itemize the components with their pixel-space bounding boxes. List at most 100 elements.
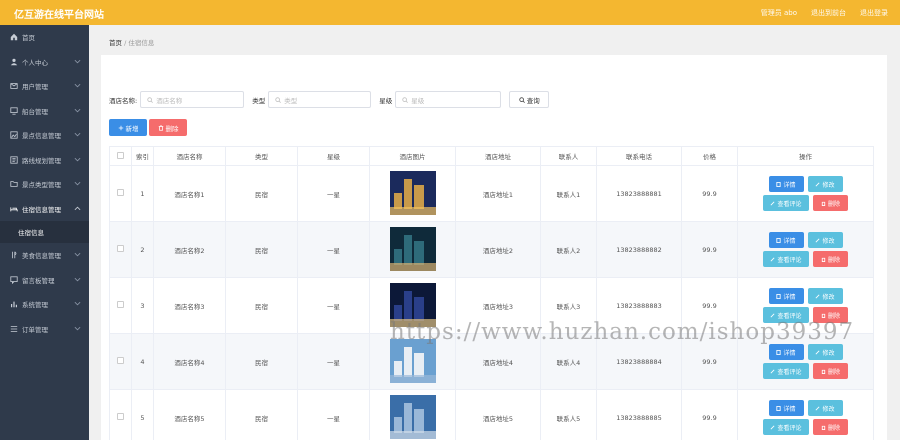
hotel-name-input[interactable]: 酒店名称 (140, 91, 245, 108)
search-icon (402, 96, 409, 103)
edit-button[interactable]: 修改 (807, 288, 843, 304)
detail-button[interactable]: 详情 (768, 400, 804, 416)
edit-button[interactable]: 修改 (807, 344, 843, 360)
detail-button[interactable]: 详情 (768, 288, 804, 304)
row-select-cell[interactable] (109, 221, 132, 278)
sidebar-item-routes[interactable]: 路线规划管理 (0, 148, 89, 173)
delete-row-button[interactable]: 删除 (813, 251, 848, 267)
cell-phone: 13823888881 (596, 165, 682, 222)
row-select-cell[interactable] (109, 333, 132, 390)
chevron-down-icon (74, 252, 81, 257)
cell-phone: 13823888885 (596, 389, 682, 440)
user-icon (9, 57, 18, 66)
detail-button[interactable]: 详情 (768, 232, 804, 248)
row-checkbox[interactable] (117, 413, 124, 420)
edit-button[interactable]: 修改 (807, 176, 843, 192)
header-phone: 联系电话 (596, 146, 682, 166)
view-reviews-button[interactable]: 查看评论 (763, 363, 809, 379)
mail-icon (9, 82, 18, 91)
header-type: 类型 (225, 146, 298, 166)
folder-icon (9, 180, 18, 189)
exit-frontend-link[interactable]: 退出到前台 (811, 8, 846, 18)
breadcrumb: 首页 / 住宿信息 (109, 39, 155, 47)
cell-image (369, 165, 456, 222)
row-select-cell[interactable] (109, 165, 132, 222)
row-checkbox[interactable] (117, 189, 124, 196)
sidebar-item-attractions[interactable]: 景点信息管理 (0, 123, 89, 148)
table-header: 索引 酒店名称 类型 星级 酒店图片 酒店地址 联系人 联系电话 价格 操作 (109, 146, 874, 166)
add-button[interactable]: 新增 (109, 119, 147, 136)
chevron-down-icon (74, 108, 81, 112)
hotel-thumbnail[interactable] (389, 170, 436, 215)
batch-delete-button[interactable]: 删除 (149, 119, 187, 136)
logout-link[interactable]: 退出登录 (860, 8, 888, 18)
sidebar-item-orders[interactable]: 订单管理 (0, 317, 89, 342)
search-icon (519, 96, 525, 103)
topbar-actions: 管理员 abo 退出到前台 退出登录 (761, 8, 888, 18)
cell-star: 一星 (297, 277, 370, 334)
star-input[interactable]: 星级 (395, 91, 502, 108)
query-button[interactable]: 查询 (509, 91, 550, 108)
edit-icon (816, 350, 820, 354)
row-checkbox[interactable] (117, 245, 124, 252)
edit-icon (771, 425, 775, 429)
detail-button[interactable]: 详情 (768, 176, 804, 192)
cell-hotel-name: 酒店名称3 (153, 277, 226, 334)
cell-price: 99.9 (681, 221, 738, 278)
image-icon (9, 131, 18, 140)
view-reviews-button[interactable]: 查看评论 (763, 419, 809, 435)
admin-label: 管理员 abo (760, 9, 797, 17)
row-checkbox[interactable] (117, 301, 124, 308)
sidebar-item-users[interactable]: 用户管理 (0, 74, 89, 99)
sidebar-item-attraction-types[interactable]: 景点类型管理 (0, 172, 89, 197)
edit-icon (816, 182, 820, 186)
type-input[interactable]: 类型 (268, 91, 372, 108)
header-star: 星级 (297, 146, 370, 166)
sidebar-subitem-lodging-info[interactable]: 住宿信息 (0, 221, 89, 243)
edit-button[interactable]: 修改 (807, 400, 843, 416)
cell-image (369, 221, 456, 278)
list-icon (9, 324, 18, 333)
hotel-thumbnail[interactable] (389, 226, 436, 271)
star-label: 星级 (379, 96, 393, 105)
chevron-up-icon (74, 206, 81, 210)
delete-row-button[interactable]: 删除 (813, 419, 848, 435)
table-row: 5 酒店名称5 民宿 一星 酒店地址5 联系人5 13823888885 99.9 详情 修改 查看… (109, 389, 874, 440)
delete-row-button[interactable]: 删除 (813, 363, 848, 379)
edit-icon (771, 201, 775, 205)
type-label: 类型 (252, 96, 266, 105)
view-reviews-button[interactable]: 查看评论 (763, 251, 809, 267)
header-select-all[interactable] (109, 146, 132, 166)
sidebar-item-system[interactable]: 系统管理 (0, 292, 89, 317)
sidebar-item-platform[interactable]: 船台管理 (0, 99, 89, 124)
view-reviews-button[interactable]: 查看评论 (763, 195, 809, 211)
sidebar-item-lodging[interactable]: 住宿信息管理 (0, 197, 89, 222)
row-select-cell[interactable] (109, 389, 132, 440)
hotel-thumbnail[interactable] (389, 394, 436, 439)
delete-row-button[interactable]: 删除 (813, 195, 848, 211)
cell-phone: 13823888882 (596, 221, 682, 278)
breadcrumb-current: 住宿信息 (128, 39, 155, 47)
cell-index: 3 (131, 277, 154, 334)
cell-image (369, 389, 456, 440)
sidebar-item-food[interactable]: 美食信息管理 (0, 243, 89, 268)
edit-button[interactable]: 修改 (807, 232, 843, 248)
select-all-checkbox[interactable] (117, 151, 124, 159)
hotel-thumbnail[interactable] (389, 338, 436, 383)
detail-button[interactable]: 详情 (768, 344, 804, 360)
chevron-down-icon (74, 277, 81, 281)
breadcrumb-home[interactable]: 首页 (109, 39, 122, 47)
table-row: 1 酒店名称1 民宿 一星 酒店地址1 联系人1 13823888881 99.9 详情 修改 查看… (109, 165, 874, 222)
row-select-cell[interactable] (109, 277, 132, 334)
row-checkbox[interactable] (117, 357, 124, 364)
message-icon (9, 275, 18, 284)
cell-operations: 详情 修改查看评论 删除 (737, 389, 874, 440)
sidebar-item-profile[interactable]: 个人中心 (0, 50, 89, 75)
sidebar-item-home[interactable]: 首页 (0, 25, 89, 50)
table-row: 2 酒店名称2 民宿 一星 酒店地址2 联系人2 13823888882 99.9 详情 修改 查看… (109, 221, 874, 278)
cell-hotel-name: 酒店名称4 (153, 333, 226, 390)
cell-price: 99.9 (681, 389, 738, 440)
sidebar-item-messages[interactable]: 留言板管理 (0, 268, 89, 293)
edit-icon (771, 369, 775, 373)
cell-star: 一星 (297, 389, 370, 440)
